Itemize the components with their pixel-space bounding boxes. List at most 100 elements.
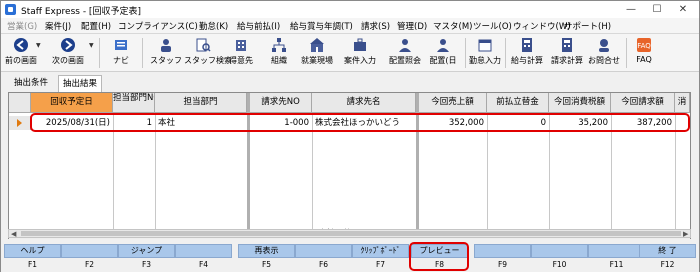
toolbar-divider <box>99 38 100 68</box>
highlight-preview-outline <box>409 242 469 271</box>
toolbar-divider <box>626 38 627 68</box>
customer-button[interactable]: 得意先 <box>223 36 259 70</box>
menu-attendance[interactable]: 勤怠(K) <box>199 20 228 32</box>
menu-payroll[interactable]: 給与賞与年調(T) <box>290 20 353 32</box>
f7-label: F7 <box>375 260 386 269</box>
function-key-bar: ヘルプ F1 F2 ジャンプ F3 F4 再表示 F5 F6 ｸﾘｯﾌﾟﾎﾞｰﾄ… <box>1 242 699 272</box>
organization-button[interactable]: 組織 <box>263 36 295 70</box>
column-header-tax[interactable]: 今回消費税額 <box>549 93 611 113</box>
arrow-right-icon <box>61 38 75 52</box>
worksite-button[interactable]: 就業現場 <box>297 36 337 70</box>
toolbar-divider <box>465 38 466 68</box>
faq-icon: FAQ <box>637 38 651 52</box>
f12-exit-button[interactable]: 終 了 <box>639 244 696 258</box>
f1-help-button[interactable]: ヘルプ <box>4 244 61 258</box>
staff-icon <box>161 39 171 52</box>
f4-label: F4 <box>198 260 209 269</box>
f4-button[interactable] <box>175 244 232 258</box>
menu-advance-pay[interactable]: 給与前払(I) <box>237 20 280 32</box>
menu-management[interactable]: 管理(D) <box>397 20 427 32</box>
menu-assignment[interactable]: 配置(H) <box>81 20 111 32</box>
column-header-invoice[interactable]: 今回請求額 <box>611 93 675 113</box>
f1-label: F1 <box>27 260 38 269</box>
f5-label: F5 <box>261 260 272 269</box>
column-header-more[interactable]: 消 <box>675 93 690 113</box>
customer-icon <box>236 40 246 51</box>
staff-search-icon <box>196 38 211 52</box>
svg-text:FAQ: FAQ <box>637 42 651 50</box>
app-icon <box>5 4 16 15</box>
close-button[interactable]: ✕ <box>670 2 696 17</box>
minimize-button[interactable]: — <box>618 2 644 17</box>
column-header-billing-no[interactable]: 請求先NO <box>250 93 312 113</box>
f2-button[interactable] <box>61 244 118 258</box>
f9-label: F9 <box>497 260 508 269</box>
column-header-sales[interactable]: 今回売上額 <box>419 93 487 113</box>
case-entry-button[interactable]: 案件入力 <box>341 36 379 70</box>
f10-button[interactable] <box>531 244 588 258</box>
column-header-dept-no[interactable]: 担当部門NO <box>113 93 155 113</box>
staff-button[interactable]: スタッフ <box>149 36 183 70</box>
maximize-button[interactable]: ☐ <box>644 2 670 17</box>
f6-label: F6 <box>318 260 329 269</box>
menu-sales[interactable]: 営業(G) <box>7 20 37 32</box>
toolbar: 前の画面 ▼ 次の画面 ▼ ナビ スタッフ スタッフ検索 得意先 組織 就業現場… <box>1 34 699 72</box>
column-header-due-date[interactable]: 回収予定日 <box>31 93 113 113</box>
f5-refresh-button[interactable]: 再表示 <box>238 244 295 258</box>
window-title: Staff Express - [回収予定表] <box>21 7 141 17</box>
menu-compliance[interactable]: コンプライアンス(C) <box>118 20 198 32</box>
chevron-down-icon[interactable]: ▼ <box>36 42 41 49</box>
menu-master[interactable]: マスタ(M) <box>433 20 472 32</box>
assignment-daily-button[interactable]: 配置(日 <box>425 36 461 70</box>
staff-search-button[interactable]: スタッフ検索 <box>184 36 232 70</box>
horizontal-scrollbar[interactable]: ◀ ▶ <box>8 229 691 238</box>
scroll-left-icon[interactable]: ◀ <box>11 230 16 238</box>
navi-button[interactable]: ナビ <box>107 36 135 70</box>
tab-extraction-conditions[interactable]: 抽出条件 <box>10 75 52 92</box>
arrow-left-icon <box>14 38 28 52</box>
results-grid: 回収予定日 担当部門NO 担当部門 請求先NO 請求先名 今回売上額 前払立替金… <box>8 92 691 239</box>
f3-label: F3 <box>141 260 152 269</box>
assignment-daily-icon <box>437 39 449 52</box>
menu-tools[interactable]: ツール(O) <box>473 20 512 32</box>
f7-clipboard-button[interactable]: ｸﾘｯﾌﾟﾎﾞｰﾄﾞ <box>352 244 409 258</box>
billing-button[interactable]: 請求計算 <box>548 36 586 70</box>
toolbar-divider <box>505 38 506 68</box>
column-header-dept[interactable]: 担当部門 <box>155 93 247 113</box>
menu-window[interactable]: ウィンドウ(W) <box>513 20 571 32</box>
column-header-prepaid[interactable]: 前払立替金 <box>487 93 549 113</box>
current-row-indicator[interactable] <box>9 116 31 130</box>
menu-case[interactable]: 案件(J) <box>45 20 71 32</box>
navi-icon <box>115 40 127 50</box>
payroll-button[interactable]: 給与計算 <box>508 36 546 70</box>
scroll-right-icon[interactable]: ▶ <box>683 230 688 238</box>
f11-button[interactable] <box>588 244 645 258</box>
inquiry-button[interactable]: お問合せ <box>586 36 622 70</box>
menu-billing[interactable]: 請求(S) <box>361 20 390 32</box>
billing-icon <box>562 38 572 52</box>
column-header-billing-name[interactable]: 請求先名 <box>312 93 416 113</box>
case-entry-icon <box>354 38 366 51</box>
f11-label: F11 <box>609 260 624 269</box>
f9-button[interactable] <box>474 244 531 258</box>
faq-button[interactable]: FAQ FAQ <box>631 36 657 70</box>
title-bar: Staff Express - [回収予定表] — ☐ ✕ <box>1 1 699 18</box>
inquiry-icon <box>599 39 609 52</box>
payroll-icon <box>522 38 532 52</box>
f6-button[interactable] <box>295 244 352 258</box>
organization-icon <box>272 38 286 52</box>
chevron-down-icon[interactable]: ▼ <box>89 42 94 49</box>
worksite-icon <box>310 38 324 52</box>
assignment-inquiry-icon <box>399 39 411 52</box>
row-header-corner <box>9 93 31 113</box>
menu-support[interactable]: サポート(H) <box>564 20 611 32</box>
attendance-entry-icon <box>478 39 492 52</box>
assignment-inquiry-button[interactable]: 配置照会 <box>387 36 423 70</box>
scrollbar-thumb[interactable] <box>21 231 681 236</box>
app-window: Staff Express - [回収予定表] — ☐ ✕ 営業(G) 案件(J… <box>0 0 700 272</box>
prev-screen-button[interactable]: 前の画面 ▼ <box>3 36 41 70</box>
next-screen-button[interactable]: 次の画面 ▼ <box>49 36 94 70</box>
f3-jump-button[interactable]: ジャンプ <box>118 244 175 258</box>
tab-extraction-results[interactable]: 抽出結果 <box>58 75 103 92</box>
attendance-entry-button[interactable]: 勤怠入力 <box>467 36 503 70</box>
